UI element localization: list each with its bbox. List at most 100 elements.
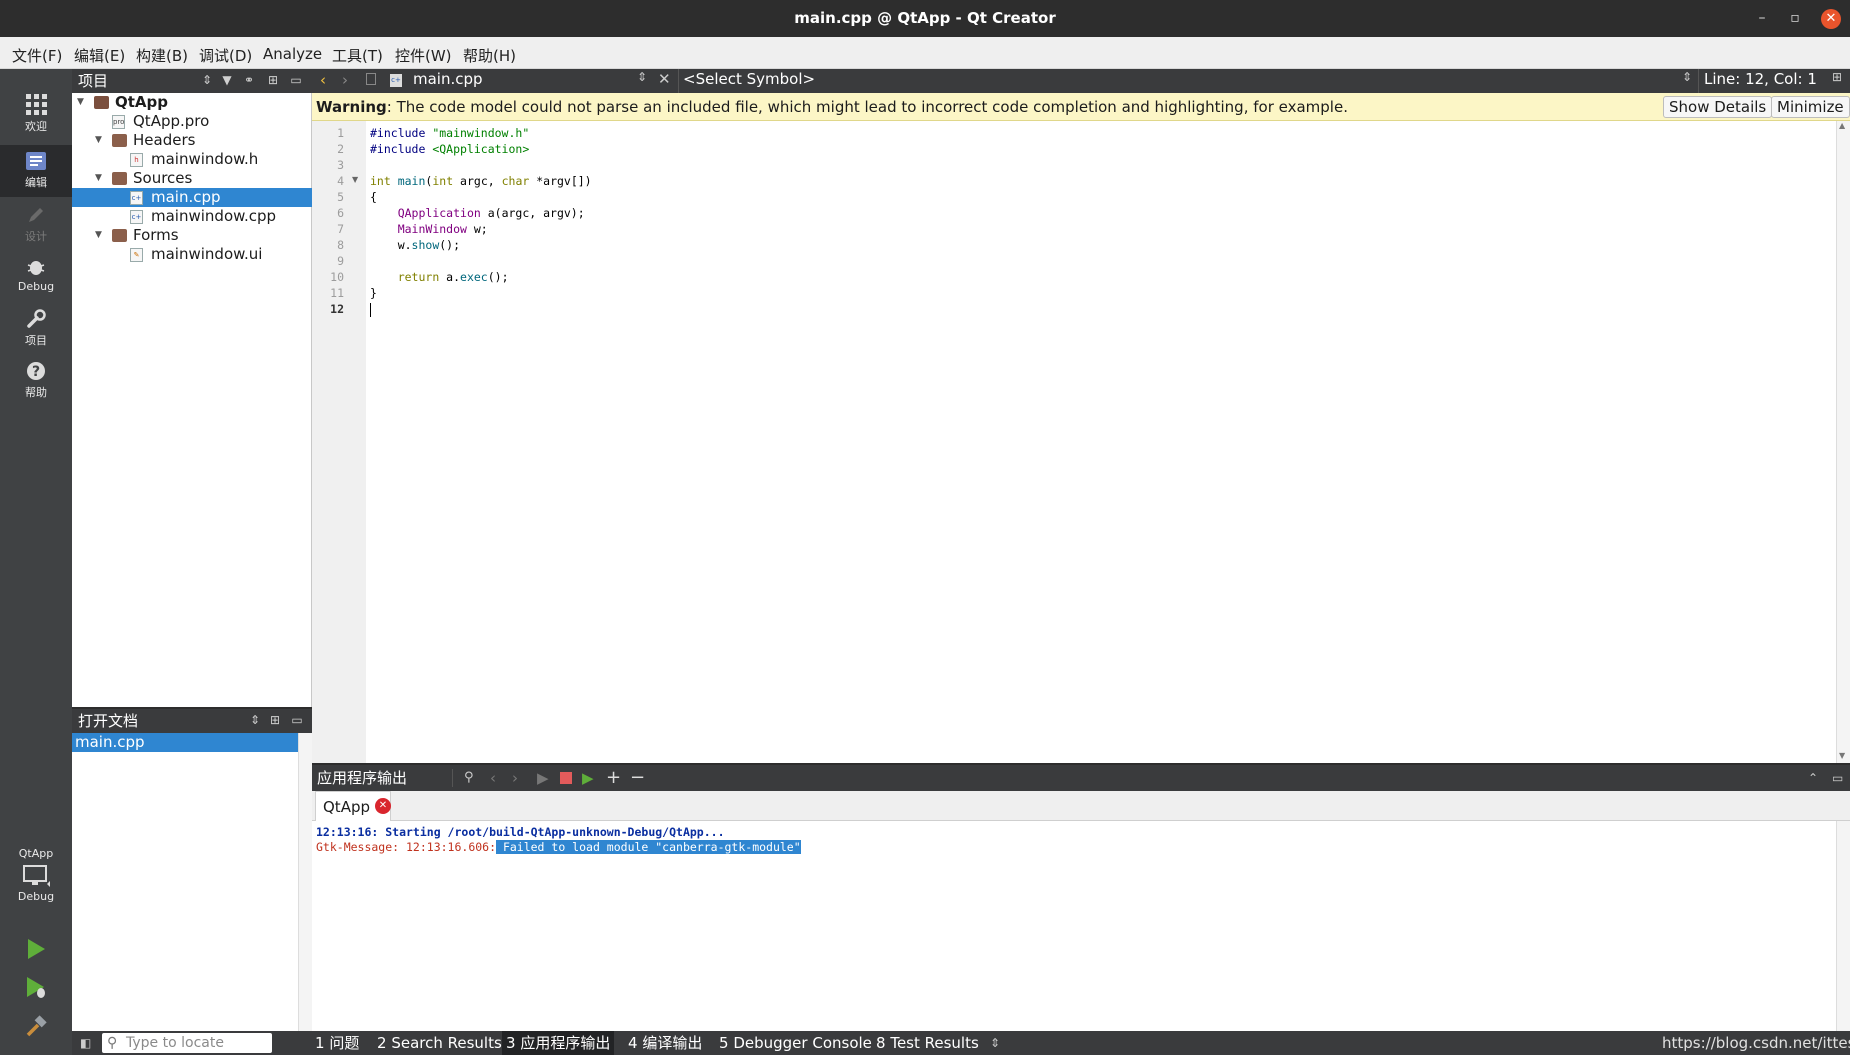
close-pane-icon[interactable]: ▭	[290, 713, 304, 727]
editor-scrollbar[interactable]: ▲ ▼	[1836, 121, 1850, 763]
mode-projects[interactable]: 项目	[0, 309, 72, 357]
tree-item-main-cpp[interactable]: c+ main.cpp	[72, 188, 312, 207]
tree-item-header-file[interactable]: h mainwindow.h	[72, 150, 312, 169]
show-details-button[interactable]: Show Details	[1663, 96, 1773, 118]
mode-help[interactable]: ? 帮助	[0, 361, 72, 409]
run-button[interactable]	[0, 937, 72, 967]
close-tab-icon[interactable]: ✕	[375, 798, 391, 814]
zoom-in-icon[interactable]: +	[606, 765, 621, 791]
window-title: main.cpp @ QtApp - Qt Creator	[794, 9, 1056, 27]
menu-file[interactable]: 文件(F)	[12, 45, 62, 66]
close-pane-icon[interactable]: ▭	[1832, 765, 1843, 791]
mode-welcome[interactable]: 欢迎	[0, 93, 72, 143]
pane-tab-application-output[interactable]: 3 应用程序输出	[502, 1031, 615, 1055]
edit-document-icon	[26, 152, 46, 170]
line-number: 5	[337, 190, 344, 204]
open-documents-scrollbar[interactable]	[298, 733, 312, 1031]
filter-icon[interactable]: ▼	[220, 73, 234, 87]
attach-icon[interactable]: ⚲	[464, 765, 474, 791]
code-token: show	[411, 238, 440, 252]
scroll-up-icon[interactable]: ▲	[1839, 121, 1845, 130]
help-icon: ?	[27, 362, 45, 380]
menu-debug[interactable]: 调试(D)	[199, 45, 252, 66]
forward-arrow-icon[interactable]: ›	[512, 765, 518, 791]
menu-build[interactable]: 构建(B)	[136, 45, 188, 66]
pane-tab-debugger-console[interactable]: 5 Debugger Console	[719, 1031, 872, 1055]
output-tab-qtapp[interactable]: QtApp ✕	[315, 791, 391, 821]
pane-tab-test-results[interactable]: 8 Test Results	[876, 1031, 979, 1055]
cursor-position[interactable]: Line: 12, Col: 1	[1704, 70, 1817, 88]
document-selector[interactable]: main.cpp	[413, 70, 483, 88]
mode-debug[interactable]: Debug	[0, 257, 72, 305]
menu-help[interactable]: 帮助(H)	[463, 45, 516, 66]
bug-icon	[27, 261, 45, 275]
back-arrow-icon[interactable]: ‹	[320, 71, 326, 89]
expand-caret-icon[interactable]: ▼	[95, 169, 105, 188]
build-button[interactable]	[0, 1015, 72, 1045]
forward-arrow-icon[interactable]: ›	[342, 71, 348, 89]
expand-caret-icon[interactable]: ▼	[95, 131, 105, 150]
zoom-out-icon[interactable]: −	[630, 765, 645, 791]
tree-item-project[interactable]: ▼ QtApp	[72, 93, 312, 112]
back-arrow-icon[interactable]: ‹	[490, 765, 496, 791]
start-debugging-button[interactable]	[0, 975, 72, 1005]
tree-item-ui-file[interactable]: ✎ mainwindow.ui	[72, 245, 312, 264]
stop-icon[interactable]	[560, 772, 572, 784]
code-editor[interactable]: #include "mainwindow.h" #include <QApplic…	[366, 121, 1836, 763]
code-line: return a.exec();	[370, 270, 509, 284]
menu-tools[interactable]: 工具(T)	[332, 45, 383, 66]
tree-item-forms[interactable]: ▼ Forms	[72, 226, 312, 245]
view-select-icon[interactable]: ⇕	[200, 73, 214, 87]
tree-item-pro-file[interactable]: pro QtApp.pro	[72, 112, 312, 131]
mode-design[interactable]: 设计	[0, 205, 72, 253]
menu-widgets[interactable]: 控件(W)	[395, 45, 452, 66]
menu-edit[interactable]: 编辑(E)	[74, 45, 125, 66]
minimize-warning-button[interactable]: Minimize	[1771, 96, 1850, 118]
output-scrollbar[interactable]	[1836, 821, 1850, 1031]
split-icon[interactable]: ⊞	[1832, 70, 1842, 84]
close-document-icon[interactable]: ✕	[658, 70, 671, 88]
scroll-down-icon[interactable]: ▼	[1839, 751, 1845, 760]
dropdown-arrows-icon[interactable]: ⇕	[637, 70, 647, 84]
toggle-sidebar-icon[interactable]: ◧	[80, 1031, 91, 1055]
tree-item-sources[interactable]: ▼ Sources	[72, 169, 312, 188]
pane-tab-compile-output[interactable]: 4 编译输出	[628, 1031, 702, 1055]
cpp-file-icon: c+	[130, 210, 143, 224]
pane-tab-number: 1	[315, 1034, 325, 1052]
rerun-icon[interactable]: ▶	[537, 765, 549, 791]
tree-item-mainwindow-cpp[interactable]: c+ mainwindow.cpp	[72, 207, 312, 226]
minimize-window-button[interactable]: –	[1747, 0, 1777, 37]
close-window-button[interactable]: ✕	[1821, 9, 1841, 29]
debug-run-icon[interactable]: ▶	[582, 765, 594, 791]
view-select-icon[interactable]: ⇕	[248, 713, 262, 727]
grid-icon	[26, 94, 47, 115]
pane-tab-search-results[interactable]: 2 Search Results	[377, 1031, 502, 1055]
expand-caret-icon[interactable]: ▼	[77, 93, 87, 112]
code-token: "mainwindow.h"	[432, 126, 530, 140]
more-panes-icon[interactable]: ⇕	[990, 1031, 1000, 1055]
tree-item-headers[interactable]: ▼ Headers	[72, 131, 312, 150]
maximize-pane-icon[interactable]: ⌃	[1808, 765, 1818, 791]
link-icon[interactable]: ⚭	[242, 73, 256, 87]
kit-selector[interactable]: Debug	[0, 865, 72, 907]
pane-tab-number: 8	[876, 1034, 886, 1052]
maximize-window-button[interactable]: ▫	[1780, 0, 1810, 37]
dropdown-arrows-icon[interactable]: ⇕	[1682, 70, 1692, 84]
application-output-text[interactable]: 12:13:16: Starting /root/build-QtApp-unk…	[312, 821, 1836, 1031]
line-number: 3	[337, 158, 344, 172]
code-token: return	[397, 270, 447, 284]
fold-marker-icon[interactable]: ▼	[352, 175, 358, 184]
split-icon[interactable]: ⊞	[266, 73, 280, 87]
pane-tab-issues[interactable]: 1 问题	[315, 1031, 359, 1055]
open-document-item[interactable]: main.cpp	[72, 733, 298, 752]
line-number: 2	[337, 142, 344, 156]
split-icon[interactable]: ⊞	[268, 713, 282, 727]
locator-input[interactable]: ⚲ Type to locate (Ctrl...	[102, 1033, 272, 1053]
mode-edit[interactable]: 编辑	[0, 145, 72, 197]
symbol-selector[interactable]: <Select Symbol>	[683, 70, 815, 88]
expand-caret-icon[interactable]: ▼	[95, 226, 105, 245]
pane-tab-number: 3	[506, 1034, 516, 1052]
code-token: w;	[473, 222, 488, 236]
close-pane-icon[interactable]: ▭	[289, 73, 303, 87]
menu-analyze[interactable]: Analyze	[263, 45, 322, 63]
